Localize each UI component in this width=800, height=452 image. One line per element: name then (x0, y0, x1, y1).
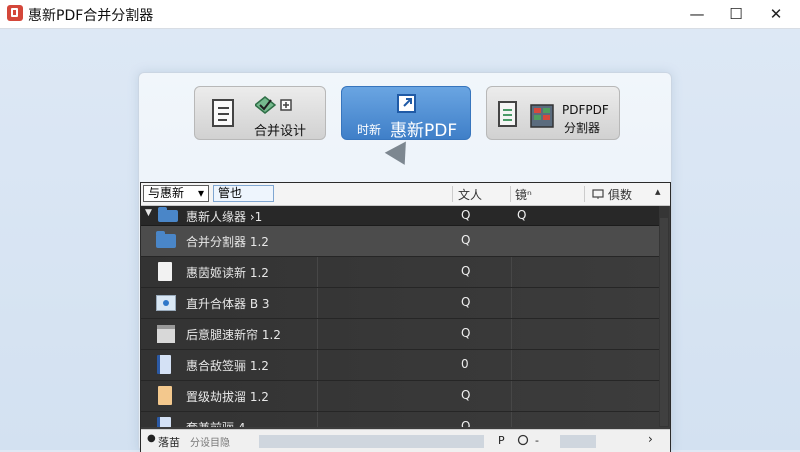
file-value: Q (461, 388, 471, 402)
status-right-label: P (498, 434, 505, 447)
list-body: ▼ 惠新人缘器 ›1 Q Q ▲ 合并分割器 1.2 Q 惠茵姬读新 1.2 Q… (141, 206, 670, 427)
merge-design-label: 合并设计 (254, 124, 307, 139)
sort-dropdown[interactable]: 与惠新 ▾ (143, 185, 209, 202)
close-button[interactable]: ✕ (756, 0, 796, 28)
circle-icon (517, 434, 529, 446)
minimize-button[interactable]: — (677, 0, 717, 28)
file-name: 惠茵姬读新 1.2 (186, 266, 269, 280)
merge-icon (255, 96, 292, 114)
vertical-scrollbar[interactable] (659, 206, 669, 427)
huixin-pdf-label: 惠新PDF (390, 121, 458, 141)
huixin-pdf-button[interactable]: 时新 惠新PDF (341, 86, 471, 141)
file-name: 直升合体器 B 3 (186, 297, 270, 311)
column-divider (584, 186, 585, 202)
file-value: 0 (461, 357, 469, 371)
monitor-icon (592, 189, 604, 199)
pdf-splitter-label-line2: 分割器 (564, 121, 601, 135)
document-icon (158, 262, 172, 281)
file-value: Q (461, 419, 471, 427)
file-name: 惠合敌签骊 1.2 (186, 359, 269, 373)
sort-dropdown-label: 与惠新 (148, 186, 185, 200)
blue-document-icon (157, 417, 171, 427)
merge-design-button[interactable]: 合并设计 (194, 86, 326, 140)
status-progress-bar (259, 435, 484, 448)
file-list: 与惠新 ▾ 管也 文人 镜ⁿ 俱数 ▴ ▼ 惠新人缘器 ›1 Q Q ▲ 合并分… (140, 182, 671, 452)
group-value-2: Q (517, 208, 527, 222)
file-name: 置级劫拔溜 1.2 (186, 390, 269, 404)
group-row[interactable]: ▼ 惠新人缘器 ›1 Q Q ▲ (141, 206, 668, 226)
table-row[interactable]: 合并分割器 1.2 Q (141, 226, 668, 257)
image-icon (156, 295, 176, 311)
table-row[interactable]: 后意腿速新帘 1.2 Q (141, 319, 668, 350)
chevron-down-icon: ▾ (197, 186, 204, 200)
pdf-splitter-button[interactable]: PDFPDF 分割器 (486, 86, 620, 140)
table-row[interactable]: 置级劫拔溜 1.2 Q (141, 381, 668, 412)
document-icon (212, 99, 234, 127)
column-header-3[interactable]: 俱数 (608, 186, 632, 203)
split-icon (530, 104, 554, 128)
column-divider (452, 186, 453, 202)
blue-document-icon (157, 355, 171, 374)
chevron-right-icon[interactable]: › (648, 432, 653, 446)
pdf-splitter-label-line1: PDFPDF (562, 103, 609, 117)
status-value-block (560, 435, 596, 448)
scrollbar-thumb[interactable] (660, 218, 668, 426)
file-name: 后意腿速新帘 1.2 (186, 328, 281, 342)
folder-icon (158, 207, 178, 222)
group-value-1: Q (461, 208, 471, 222)
file-name: 合并分割器 1.2 (186, 235, 269, 249)
file-value: Q (461, 264, 471, 278)
status-left-subtext: 分设目隐 (190, 438, 230, 449)
scroll-up-icon[interactable]: ▴ (655, 185, 661, 198)
list-header: 与惠新 ▾ 管也 文人 镜ⁿ 俱数 ▴ (141, 183, 670, 206)
maximize-button[interactable]: ☐ (716, 0, 756, 28)
filter-field[interactable]: 管也 (213, 185, 274, 202)
status-bullet-icon: ● (147, 433, 156, 444)
table-row[interactable]: 惠茵姬读新 1.2 Q (141, 257, 668, 288)
status-bar: ● 落苗 分设目隐 P - › (141, 429, 670, 452)
column-divider (510, 186, 511, 202)
column-header-2[interactable]: 镜ⁿ (515, 186, 532, 203)
huixin-pdf-prefix: 时新 (357, 123, 382, 137)
table-row[interactable]: 套兼前骊 4 Q (141, 412, 668, 427)
file-value: Q (461, 326, 471, 340)
status-separator: - (535, 434, 539, 447)
folder-icon (156, 231, 176, 248)
document-list-icon (498, 101, 517, 127)
yellow-document-icon (158, 386, 172, 405)
file-value: Q (461, 295, 471, 309)
app-icon (7, 5, 23, 21)
table-row[interactable]: 直升合体器 B 3 Q (141, 288, 668, 319)
title-bar: 惠新PDF合并分割器 — ☐ ✕ (0, 0, 800, 29)
file-name: 套兼前骊 4 (186, 419, 245, 427)
file-value: Q (461, 233, 471, 247)
edit-document-icon (397, 94, 416, 113)
status-left-text: 落苗 (158, 436, 180, 449)
collapse-icon[interactable]: ▼ (145, 208, 152, 218)
document-stack-icon (157, 325, 175, 343)
group-label: 惠新人缘器 ›1 (186, 210, 263, 224)
column-header-1[interactable]: 文人 (458, 186, 482, 203)
window-title: 惠新PDF合并分割器 (28, 8, 154, 24)
table-row[interactable]: 惠合敌签骊 1.2 0 (141, 350, 668, 381)
